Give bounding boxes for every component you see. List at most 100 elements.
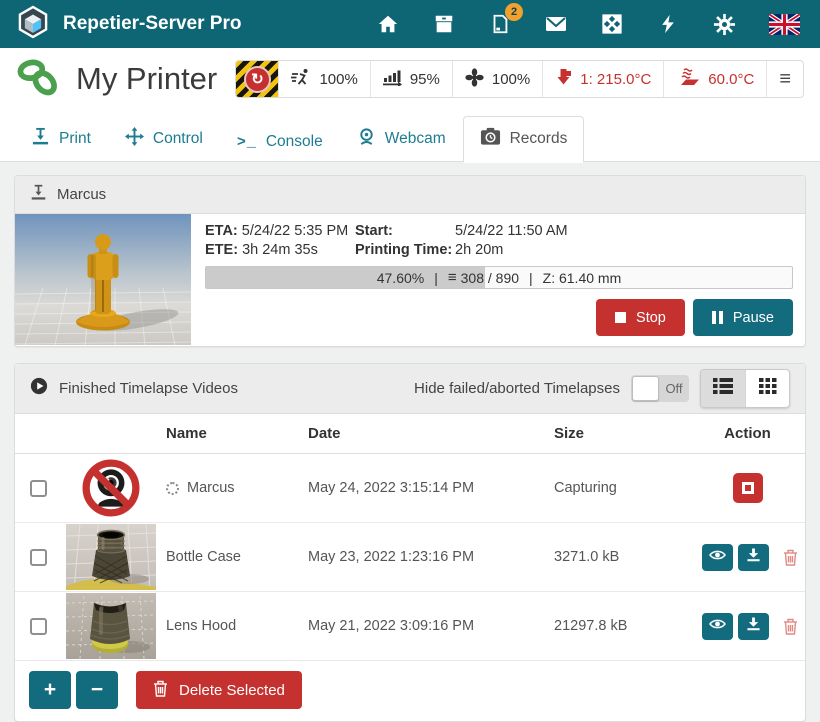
- connection-link-icon: [16, 54, 62, 105]
- video-thumbnail[interactable]: [66, 593, 156, 659]
- printer-header: My Printer ↻ 100% 95%: [0, 48, 820, 110]
- printer-tabs: Print Control >_ Console Webcam: [0, 110, 820, 162]
- printer-status-bar: ↻ 100% 95%: [235, 60, 804, 98]
- trash-icon: [153, 680, 168, 701]
- printer-name: My Printer: [76, 61, 217, 97]
- z-height: Z: 61.40 mm: [543, 270, 622, 286]
- records-camera-icon: [480, 127, 501, 151]
- print-progress-bar: 47.60% | ≡ 308 / 890 | Z: 61.40 mm: [205, 266, 793, 289]
- video-size: 3271.0 kB: [554, 549, 702, 565]
- video-thumbnail[interactable]: [66, 524, 156, 590]
- row-checkbox[interactable]: [30, 480, 47, 497]
- home-icon[interactable]: [376, 12, 400, 36]
- tab-console[interactable]: >_ Console: [220, 122, 340, 162]
- hide-failed-toggle[interactable]: Off: [631, 375, 689, 402]
- timelapse-title: Finished Timelapse Videos: [59, 380, 238, 397]
- progress-percent: 47.60%: [377, 270, 424, 286]
- bed-temp-status[interactable]: 60.0°C: [663, 61, 766, 97]
- lightning-bolt-icon[interactable]: [656, 12, 680, 36]
- mail-icon[interactable]: [544, 12, 568, 36]
- eta-label: ETA:: [205, 223, 238, 239]
- grid-view-button[interactable]: [745, 370, 789, 407]
- heated-bed-icon: [676, 68, 700, 91]
- delete-row-icon[interactable]: [783, 618, 798, 635]
- delete-selected-button[interactable]: Delete Selected: [136, 671, 302, 709]
- tab-records[interactable]: Records: [463, 116, 585, 162]
- print-job-card: Marcus: [14, 175, 806, 347]
- table-header: Name Date Size Action: [15, 414, 805, 454]
- speed-icon: [291, 68, 311, 90]
- layers-icon: ≡: [448, 269, 457, 286]
- layer-count: 308 / 890: [461, 270, 519, 286]
- video-name: Marcus: [187, 480, 235, 496]
- print-preview-image: [15, 214, 191, 345]
- timelapse-footer: + − Delete Selected: [15, 661, 805, 721]
- list-view-button[interactable]: [701, 370, 745, 407]
- grid-view-icon: [759, 378, 777, 399]
- stop-capture-button[interactable]: [733, 473, 763, 503]
- view-switcher: [700, 369, 790, 408]
- preview-button[interactable]: [702, 613, 733, 640]
- toggle-knob: [632, 376, 659, 401]
- ete-label: ETE:: [205, 242, 238, 258]
- play-circle-icon: [30, 377, 48, 400]
- pages-icon[interactable]: 2: [488, 12, 512, 36]
- deselect-all-button[interactable]: −: [76, 671, 118, 709]
- flow-status[interactable]: 95%: [370, 61, 452, 97]
- pause-icon: [712, 311, 723, 324]
- main-content: Marcus: [0, 162, 820, 722]
- eye-icon: [709, 549, 726, 565]
- no-webcam-icon: [66, 455, 156, 521]
- row-checkbox[interactable]: [30, 549, 47, 566]
- fan-status[interactable]: 100%: [452, 61, 542, 97]
- video-date: May 24, 2022 3:15:14 PM: [308, 480, 554, 496]
- download-icon: [746, 548, 761, 566]
- start-value: 5/24/22 11:50 AM: [455, 223, 793, 239]
- stop-button[interactable]: Stop: [596, 299, 685, 336]
- tab-control[interactable]: Control: [108, 116, 220, 162]
- preview-button[interactable]: [702, 544, 733, 571]
- gear-icon[interactable]: [712, 12, 736, 36]
- webcam-icon: [357, 127, 376, 151]
- extruder-icon: [555, 68, 572, 90]
- timelapse-header: Finished Timelapse Videos Hide failed/ab…: [15, 364, 805, 414]
- navbar: Repetier-Server Pro 2: [0, 0, 820, 48]
- stop-icon: [742, 482, 754, 494]
- download-button[interactable]: [738, 613, 769, 640]
- emergency-stop-button[interactable]: ↻: [236, 61, 278, 97]
- download-icon: [746, 617, 761, 635]
- speed-status[interactable]: 100%: [278, 61, 369, 97]
- notification-badge: 2: [505, 3, 523, 21]
- move-arrows-icon: [125, 127, 144, 151]
- print-icon: [30, 184, 47, 205]
- fan-icon: [465, 68, 484, 91]
- language-flag-icon[interactable]: [768, 12, 800, 36]
- table-row: Bottle Case May 23, 2022 1:23:16 PM 3271…: [15, 523, 805, 592]
- tab-print[interactable]: Print: [14, 116, 108, 162]
- hamburger-menu-icon: ≡: [779, 68, 791, 91]
- select-all-button[interactable]: +: [29, 671, 71, 709]
- capturing-spinner-icon: [166, 482, 179, 495]
- row-checkbox[interactable]: [30, 618, 47, 635]
- app-title: Repetier-Server Pro: [63, 13, 241, 35]
- toggle-state: Off: [659, 381, 689, 396]
- start-label: Start:: [355, 223, 455, 239]
- app-logo-icon: [16, 5, 50, 44]
- delete-row-icon[interactable]: [783, 549, 798, 566]
- print-job-name: Marcus: [57, 186, 106, 203]
- extruder-temp-status[interactable]: 1: 215.0°C: [542, 61, 663, 97]
- hide-failed-label: Hide failed/aborted Timelapses: [414, 380, 620, 397]
- table-row: Lens Hood May 21, 2022 3:09:16 PM 21297.…: [15, 592, 805, 661]
- print-icon: [31, 127, 50, 151]
- col-size: Size: [554, 425, 702, 442]
- video-size: Capturing: [554, 480, 702, 496]
- expand-arrows-icon[interactable]: [600, 12, 624, 36]
- stop-icon: [615, 312, 626, 323]
- tab-webcam[interactable]: Webcam: [340, 116, 463, 162]
- download-button[interactable]: [738, 544, 769, 571]
- pause-button[interactable]: Pause: [693, 299, 793, 336]
- app-brand[interactable]: Repetier-Server Pro: [16, 5, 241, 44]
- archive-box-icon[interactable]: [432, 12, 456, 36]
- eye-icon: [709, 618, 726, 634]
- printer-menu-button[interactable]: ≡: [766, 61, 803, 97]
